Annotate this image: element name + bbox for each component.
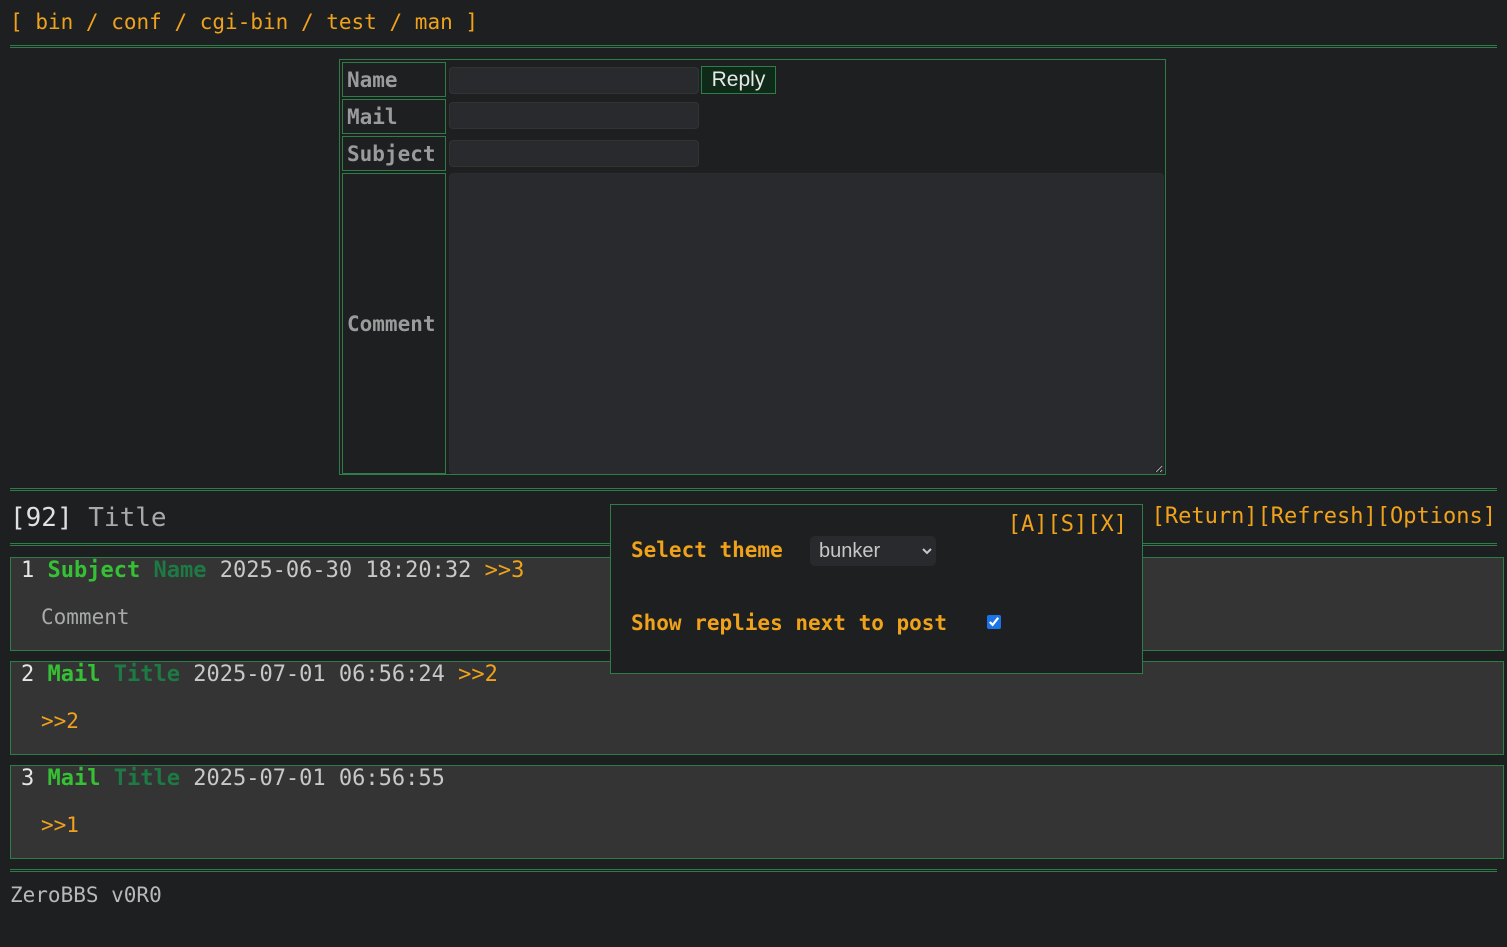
- mail-label: Mail: [342, 99, 446, 134]
- thread-title: Title: [88, 503, 167, 533]
- options-a-button[interactable]: [A]: [1008, 512, 1048, 537]
- nav-separator: /: [174, 10, 188, 34]
- theme-label: Select theme: [631, 538, 783, 562]
- post-subject: Subject: [47, 558, 141, 583]
- post-header: 3 Mail Title 2025-07-01 06:56:55: [21, 766, 445, 792]
- comment-label: Comment: [342, 173, 446, 474]
- name-field[interactable]: [449, 67, 699, 94]
- mail-field[interactable]: [449, 102, 699, 129]
- post-quote-link[interactable]: >>1: [41, 812, 79, 838]
- thread-number: [92]: [10, 503, 73, 533]
- post-subject: Mail: [47, 662, 101, 687]
- board-link-test[interactable]: test: [326, 10, 377, 34]
- options-panel: [A][S][X] Select theme bunker Show repli…: [610, 504, 1143, 674]
- refresh-link[interactable]: [Refresh]: [1258, 504, 1377, 529]
- post-reply-link[interactable]: >>2: [458, 662, 498, 687]
- options-link[interactable]: [Options]: [1377, 504, 1496, 529]
- post-subject: Mail: [47, 766, 101, 791]
- post-name: Title: [113, 766, 180, 791]
- post-name: Name: [153, 558, 207, 583]
- board-link-bin[interactable]: bin: [35, 10, 73, 34]
- footer-version: ZeroBBS v0R0: [10, 883, 162, 907]
- post-number[interactable]: 2: [21, 662, 34, 687]
- divider-form: [10, 488, 1497, 491]
- subject-field[interactable]: [449, 140, 699, 167]
- nav-open-bracket: [: [10, 10, 23, 34]
- comment-textarea[interactable]: [449, 173, 1164, 474]
- post-header: 2 Mail Title 2025-07-01 06:56:24 >>2: [21, 662, 498, 688]
- divider-top: [10, 45, 1497, 48]
- options-close-button[interactable]: [X]: [1087, 512, 1127, 537]
- post-quote-link[interactable]: >>2: [41, 708, 79, 734]
- nav-separator: /: [300, 10, 314, 34]
- nav-separator: /: [85, 10, 99, 34]
- reply-form: Name Reply Mail Subject Comment: [339, 59, 1166, 475]
- post-header: 1 Subject Name 2025-06-30 18:20:32 >>3: [21, 558, 524, 584]
- nav-separator: /: [389, 10, 403, 34]
- post: 2 Mail Title 2025-07-01 06:56:24 >>2 >>2: [10, 661, 1504, 755]
- post-number[interactable]: 3: [21, 766, 34, 791]
- post-date: 2025-07-01 06:56:55: [193, 766, 445, 791]
- board-link-cgi-bin[interactable]: cgi-bin: [200, 10, 289, 34]
- board-link-conf[interactable]: conf: [111, 10, 162, 34]
- theme-select[interactable]: bunker: [810, 536, 936, 566]
- replies-label: Show replies next to post: [631, 611, 948, 635]
- return-link[interactable]: [Return]: [1152, 504, 1258, 529]
- post: 3 Mail Title 2025-07-01 06:56:55 >>1: [10, 765, 1504, 859]
- post-comment: Comment: [41, 605, 130, 629]
- reply-button[interactable]: Reply: [701, 66, 776, 94]
- post-reply-link[interactable]: >>3: [485, 558, 525, 583]
- thread-links: [Return][Refresh][Options]: [1152, 503, 1496, 531]
- board-link-man[interactable]: man: [415, 10, 453, 34]
- options-controls: [A][S][X]: [1008, 511, 1127, 539]
- subject-label: Subject: [342, 136, 446, 171]
- show-replies-checkbox[interactable]: [987, 615, 1001, 629]
- post-number[interactable]: 1: [21, 558, 34, 583]
- post-date: 2025-06-30 18:20:32: [219, 558, 472, 583]
- nav-close-bracket: ]: [465, 10, 479, 34]
- thread-header: [92] Title: [10, 502, 167, 534]
- name-label: Name: [342, 62, 446, 97]
- post-name: Title: [113, 662, 180, 687]
- board-nav: [ bin / conf / cgi-bin / test / man ]: [10, 8, 478, 36]
- options-s-button[interactable]: [S]: [1048, 512, 1088, 537]
- post-date: 2025-07-01 06:56:24: [193, 662, 445, 687]
- divider-bottom: [10, 869, 1497, 872]
